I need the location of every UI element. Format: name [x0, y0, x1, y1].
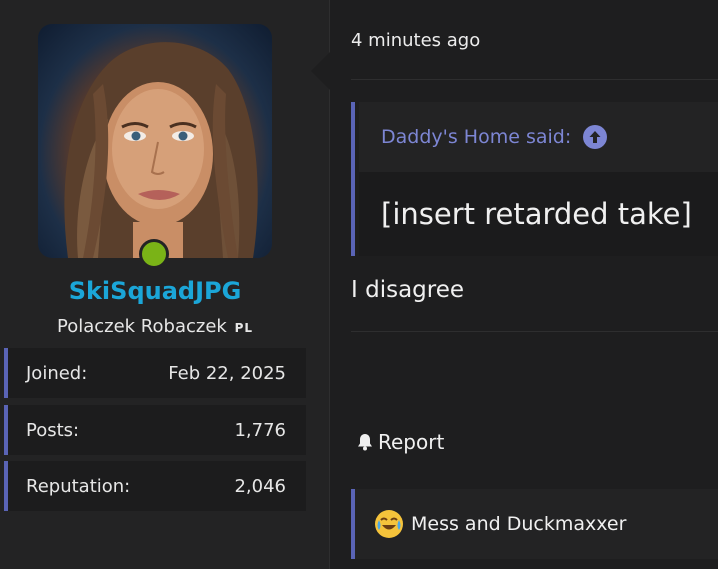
stat-label: Reputation:: [26, 475, 131, 497]
post-timestamp[interactable]: 4 minutes ago: [351, 30, 480, 51]
reactions-bar[interactable]: Mess and Duckmaxxer: [351, 489, 718, 559]
quote-author[interactable]: Daddy's Home said:: [381, 126, 571, 148]
stat-value[interactable]: 1,776: [234, 420, 286, 441]
user-title-text: Polaczek Robaczek: [56, 316, 227, 337]
stat-value: Feb 22, 2025: [168, 362, 286, 384]
avatar-image: [64, 42, 258, 258]
username[interactable]: SkiSquadJPG: [0, 277, 310, 305]
quote-text: [insert retarded take]: [359, 172, 718, 256]
stat-label: Posts:: [26, 419, 80, 441]
arrow-up-circle-icon[interactable]: [583, 125, 608, 149]
report-button[interactable]: Report: [355, 430, 444, 454]
stat-posts: Posts: 1,776: [4, 405, 306, 455]
stat-reputation: Reputation: 2,046: [4, 461, 306, 511]
crying-laughing-emoji-icon: [375, 510, 403, 538]
online-status-indicator: [139, 239, 169, 269]
avatar[interactable]: [38, 24, 272, 258]
user-panel: SkiSquadJPG Polaczek Robaczek PL Joined:…: [0, 0, 330, 569]
post-pointer-arrow: [311, 52, 330, 90]
header-divider: [351, 79, 718, 80]
reactions-users[interactable]: Mess and Duckmaxxer: [411, 513, 626, 535]
body-divider: [351, 331, 718, 332]
user-title: Polaczek Robaczek PL: [0, 316, 310, 337]
stat-value: 2,046: [234, 475, 286, 497]
quote-block: Daddy's Home said: [insert retarded take…: [351, 102, 718, 256]
stat-joined: Joined: Feb 22, 2025: [4, 348, 306, 398]
user-flag: PL: [234, 321, 254, 335]
stat-label: Joined:: [26, 362, 88, 384]
post-body: I disagree: [351, 277, 465, 303]
quote-header[interactable]: Daddy's Home said:: [359, 102, 718, 172]
bell-icon: [358, 434, 372, 451]
report-label: Report: [378, 430, 445, 454]
